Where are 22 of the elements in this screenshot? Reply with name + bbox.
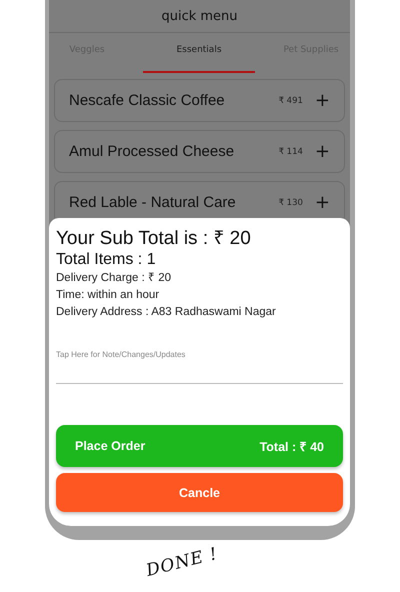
product-price: ₹ 491 bbox=[278, 96, 303, 106]
tab[interactable]: Essentials bbox=[143, 33, 255, 73]
product-name: Nescafe Classic Coffee bbox=[69, 92, 226, 109]
product-price: ₹ 130 bbox=[278, 198, 303, 208]
add-button[interactable]: + bbox=[314, 142, 330, 160]
cancel-button[interactable]: Cancle bbox=[56, 473, 343, 512]
add-button[interactable]: + bbox=[314, 92, 330, 110]
subtotal-text: Your Sub Total is : ₹ 20 bbox=[56, 227, 252, 250]
product-card[interactable]: Nescafe Classic Coffee ₹ 491 + bbox=[54, 79, 345, 122]
detail-text: Delivery Address : A83 Radhaswami Nagar bbox=[56, 305, 277, 320]
product-name: Red Lable - Natural Care bbox=[69, 194, 237, 211]
product-price: ₹ 114 bbox=[278, 146, 303, 156]
add-button[interactable]: + bbox=[314, 194, 330, 212]
product-card[interactable]: Amul Processed Cheese ₹ 114 + bbox=[54, 130, 345, 173]
detail-text: Time: within an hour bbox=[56, 288, 160, 303]
product-name: Amul Processed Cheese bbox=[69, 143, 236, 160]
header-title: quick menu bbox=[161, 8, 238, 24]
detail-text: Delivery Charge : ₹ 20 bbox=[56, 271, 172, 286]
place-order-button[interactable]: Place Order Total : ₹ 40 bbox=[56, 425, 343, 467]
handwritten-caption: DONE ! bbox=[144, 542, 221, 581]
total-items-text: Total Items : 1 bbox=[56, 250, 157, 270]
note-field[interactable]: Tap Here for Note/Changes/Updates bbox=[56, 339, 343, 384]
